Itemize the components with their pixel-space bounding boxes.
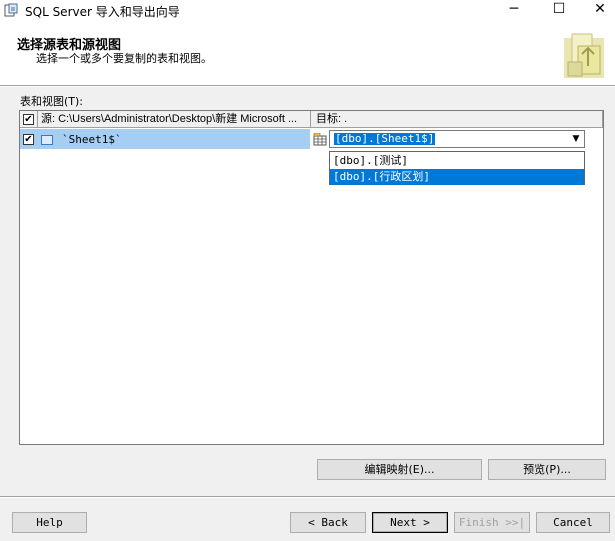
preview-button[interactable]: 预览(P)...	[488, 459, 606, 480]
tables-views-label: 表和视图(T):	[20, 95, 84, 108]
finish-button: Finish >>|	[454, 512, 530, 533]
tables-grid[interactable]: ✔ 源: C:\Users\Administrator\Desktop\新建 M…	[19, 110, 604, 445]
help-button[interactable]: Help	[12, 512, 87, 533]
chevron-down-icon[interactable]: ▼	[568, 131, 584, 147]
dropdown-option-test[interactable]: [dbo].[测试]	[330, 153, 584, 169]
maximize-button[interactable]: ☐	[537, 0, 581, 21]
wizard-graphic-icon	[564, 33, 604, 78]
footer-separator-highlight	[0, 497, 615, 498]
wizard-app-icon	[4, 3, 18, 17]
title-bar: SQL Server 导入和导出向导 ─ ☐ ✕	[0, 0, 615, 21]
target-dropdown-list[interactable]: [dbo].[测试] [dbo].[行政区划]	[329, 151, 585, 185]
header-separator	[0, 86, 615, 87]
edit-table-icon[interactable]	[313, 133, 327, 146]
header-checkbox-cell: ✔	[20, 111, 38, 128]
target-table-value: [dbo].[Sheet1$]	[334, 132, 436, 145]
target-column-header[interactable]: 目标: .	[311, 111, 603, 128]
select-all-checkbox[interactable]: ✔	[23, 114, 34, 125]
next-button[interactable]: Next >	[372, 512, 448, 533]
back-button[interactable]: < Back	[290, 512, 366, 533]
minimize-button[interactable]: ─	[492, 0, 536, 21]
row-checkbox[interactable]: ✔	[23, 134, 34, 145]
source-table-name: `Sheet1$`	[62, 133, 122, 146]
edit-mappings-button[interactable]: 编辑映射(E)...	[317, 459, 482, 480]
window-title: SQL Server 导入和导出向导	[25, 5, 180, 19]
wizard-header: 选择源表和源视图 选择一个或多个要复制的表和视图。	[0, 21, 615, 86]
cancel-button[interactable]: Cancel	[536, 512, 610, 533]
dropdown-option-admin-division[interactable]: [dbo].[行政区划]	[330, 169, 584, 185]
page-subtitle: 选择一个或多个要复制的表和视图。	[36, 52, 212, 65]
target-table-combobox[interactable]: [dbo].[Sheet1$] ▼	[329, 130, 585, 148]
table-icon	[41, 135, 53, 145]
source-column-header[interactable]: 源: C:\Users\Administrator\Desktop\新建 Mic…	[38, 111, 311, 128]
close-button[interactable]: ✕	[578, 0, 615, 21]
